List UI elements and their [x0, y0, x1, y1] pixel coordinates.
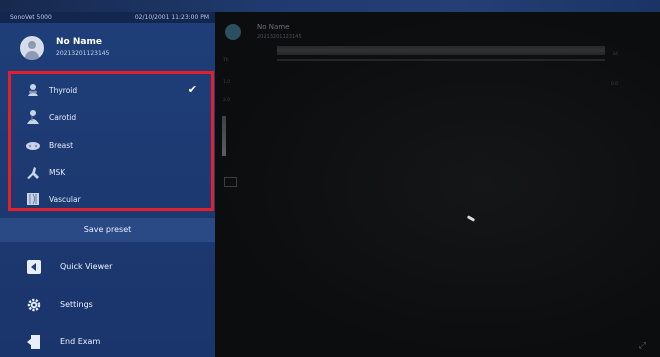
- scan-line: [277, 46, 605, 55]
- menu-label: Quick Viewer: [60, 262, 113, 271]
- preset-label: MSK: [49, 168, 66, 177]
- device-label: SonoVet 5000: [10, 14, 52, 21]
- ultrasound-viewer[interactable]: No Name 20213201123145 Th 1.0 2.0 34 0.0…: [215, 12, 660, 357]
- datetime-label: 02/10/2001 11:23:00 PM: [134, 14, 209, 21]
- viewer-patient-id: 20213201123145: [257, 34, 302, 40]
- viewer-label: 0.0: [610, 82, 618, 87]
- gear-icon: [27, 298, 41, 312]
- preset-item-breast[interactable]: Breast: [11, 133, 211, 159]
- menu-item-end-exam[interactable]: End Exam: [0, 327, 215, 357]
- carotid-icon: [27, 110, 39, 124]
- menu-item-quick-viewer[interactable]: Quick Viewer: [0, 252, 215, 282]
- scan-line-secondary: [277, 59, 605, 61]
- vascular-icon: [27, 193, 39, 205]
- end-exam-icon: [27, 335, 40, 349]
- breast-icon: [26, 142, 40, 150]
- patient-profile[interactable]: No Name 20213201123145: [0, 23, 215, 71]
- preset-item-msk[interactable]: MSK: [11, 160, 211, 186]
- probe-icon: [225, 24, 241, 40]
- preset-label: Vascular: [49, 195, 81, 204]
- avatar-icon: [20, 36, 44, 60]
- menu-item-settings[interactable]: Settings: [0, 290, 215, 320]
- preset-item-vascular[interactable]: Vascular: [11, 187, 211, 213]
- viewer-label: Th: [223, 58, 229, 63]
- preset-item-carotid[interactable]: Carotid: [11, 105, 211, 131]
- checkmark-icon: ✔: [187, 83, 197, 96]
- viewer-label: 2.0: [223, 98, 231, 103]
- status-bar: SonoVet 5000 02/10/2001 11:23:00 PM: [0, 12, 215, 23]
- save-preset-button[interactable]: Save preset: [0, 218, 215, 242]
- msk-icon: [27, 167, 39, 179]
- preset-label: Thyroid: [49, 86, 78, 95]
- menu-label: End Exam: [60, 337, 101, 346]
- thyroid-icon: [28, 84, 38, 96]
- preset-label: Breast: [49, 141, 74, 150]
- viewer-patient-name: No Name: [257, 23, 290, 31]
- preset-label: Carotid: [49, 113, 77, 122]
- menu-label: Settings: [60, 300, 93, 309]
- patient-id: 20213201123145: [56, 50, 110, 57]
- preset-list: Thyroid ✔ Carotid Breast MSK Vascular: [8, 71, 214, 211]
- depth-scale: [222, 116, 226, 156]
- echo-speck: [466, 215, 476, 222]
- viewer-label: 34: [612, 52, 618, 57]
- quick-viewer-icon: [27, 260, 41, 274]
- viewer-label: 1.0: [223, 80, 231, 85]
- preset-item-thyroid[interactable]: Thyroid ✔: [11, 78, 211, 104]
- focus-marker: [224, 177, 237, 187]
- expand-icon[interactable]: ⤢: [639, 341, 646, 351]
- top-strip: [0, 0, 660, 12]
- patient-name: No Name: [56, 37, 102, 47]
